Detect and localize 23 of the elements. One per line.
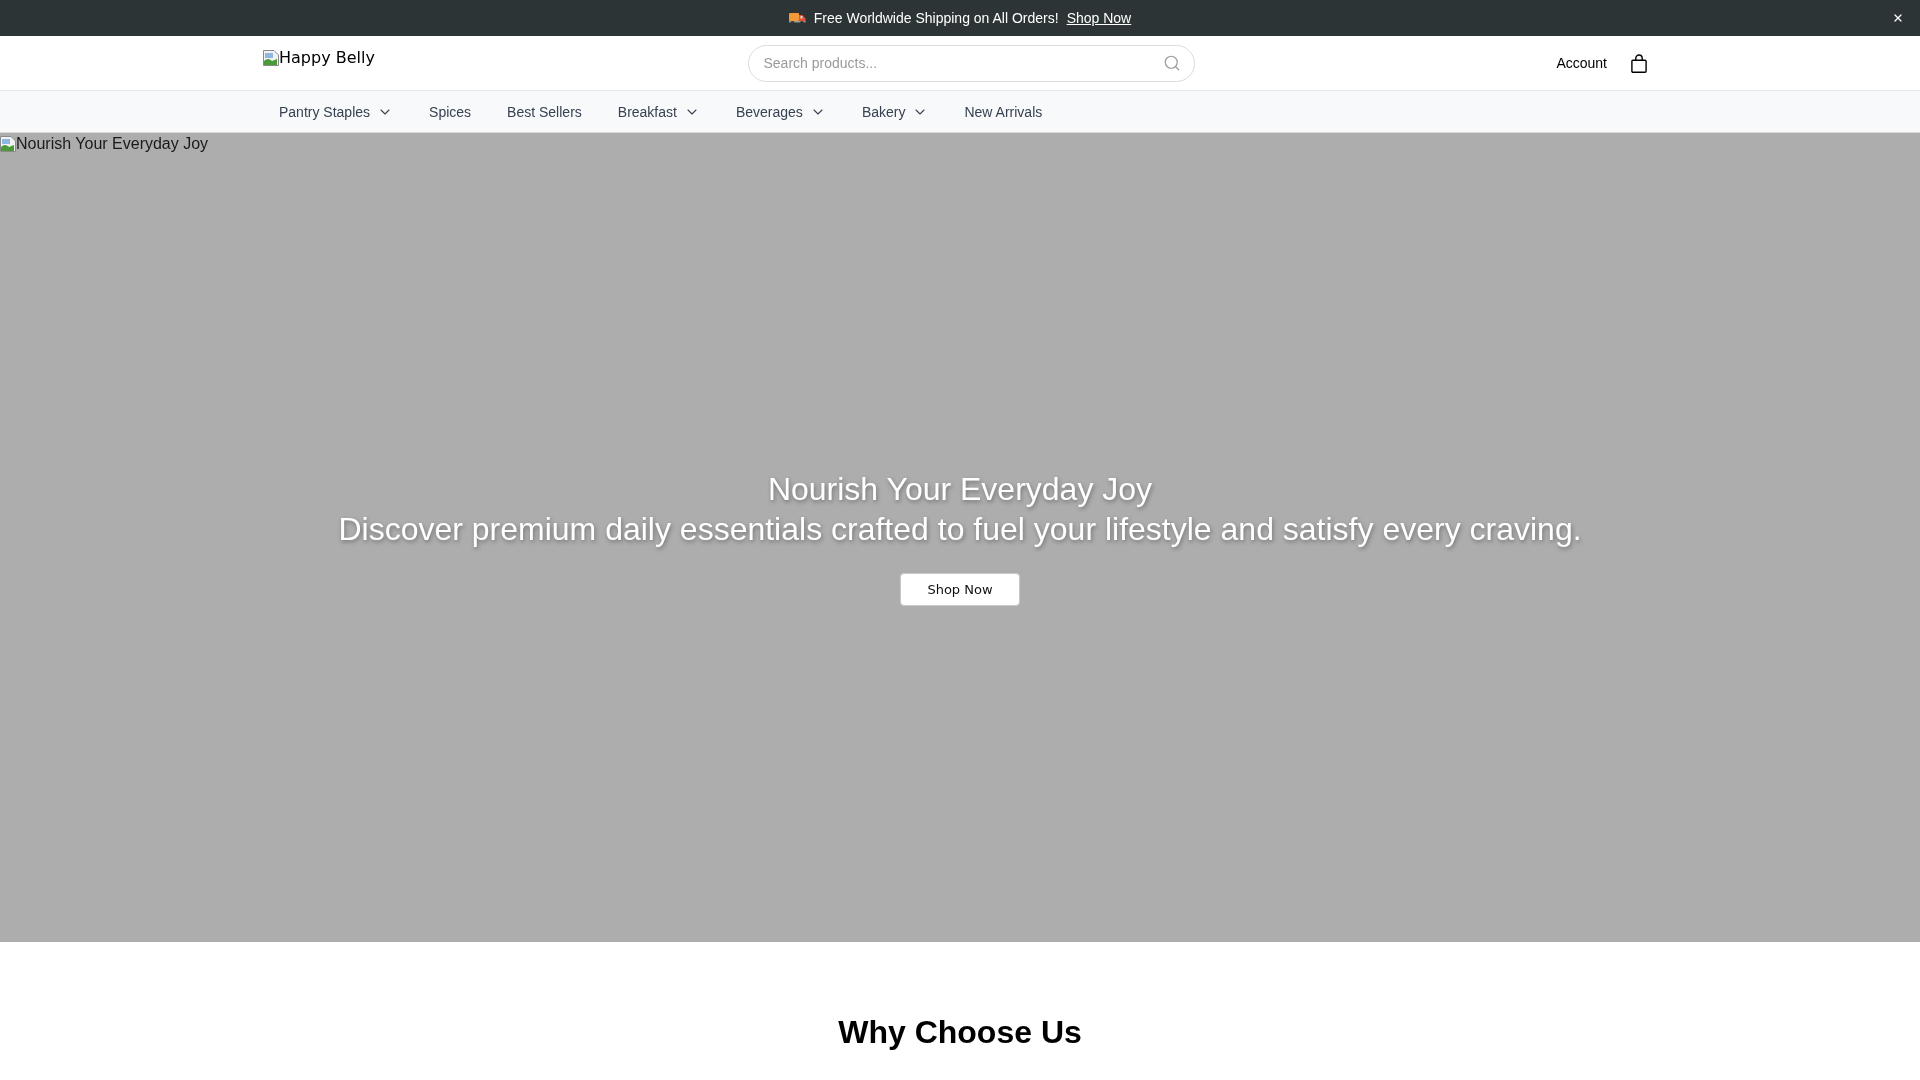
account-link[interactable]: Account bbox=[1556, 55, 1607, 71]
nav-link[interactable]: Best Sellers bbox=[491, 97, 598, 126]
logo-text[interactable]: Happy Belly bbox=[279, 48, 375, 67]
nav-link[interactable]: Spices bbox=[413, 97, 488, 126]
hero-subtitle: Discover premium daily essentials crafted to fuel your lifestyle and satisfy every craving. bbox=[338, 510, 1582, 549]
search-icon[interactable] bbox=[1162, 53, 1181, 72]
nav-link[interactable]: Beverages bbox=[719, 97, 842, 126]
truck-icon bbox=[788, 11, 806, 25]
nav-link[interactable]: Bakery bbox=[845, 97, 945, 126]
nav-link[interactable]: Pantry Staples bbox=[263, 97, 410, 126]
image-alt-text: Nourish Your Everyday Joy bbox=[16, 135, 209, 153]
shop-now-button[interactable]: Shop Now bbox=[900, 573, 1020, 606]
image-icon bbox=[0, 136, 16, 152]
close-icon bbox=[1892, 12, 1904, 24]
nav-link[interactable]: New Arrivals bbox=[948, 97, 1059, 126]
section-title: Why Choose Us bbox=[838, 1014, 1082, 1051]
image-icon bbox=[263, 49, 279, 66]
hero-title: Nourish Your Everyday Joy bbox=[767, 470, 1153, 509]
shop-now-link[interactable]: Shop Now bbox=[1066, 10, 1132, 26]
nav-link[interactable]: Breakfast bbox=[601, 97, 716, 126]
search-field[interactable]: Search products... bbox=[747, 44, 1195, 82]
bag-icon[interactable] bbox=[1631, 53, 1647, 73]
announcement-text: Free Worldwide Shipping on All Orders! bbox=[813, 10, 1059, 26]
